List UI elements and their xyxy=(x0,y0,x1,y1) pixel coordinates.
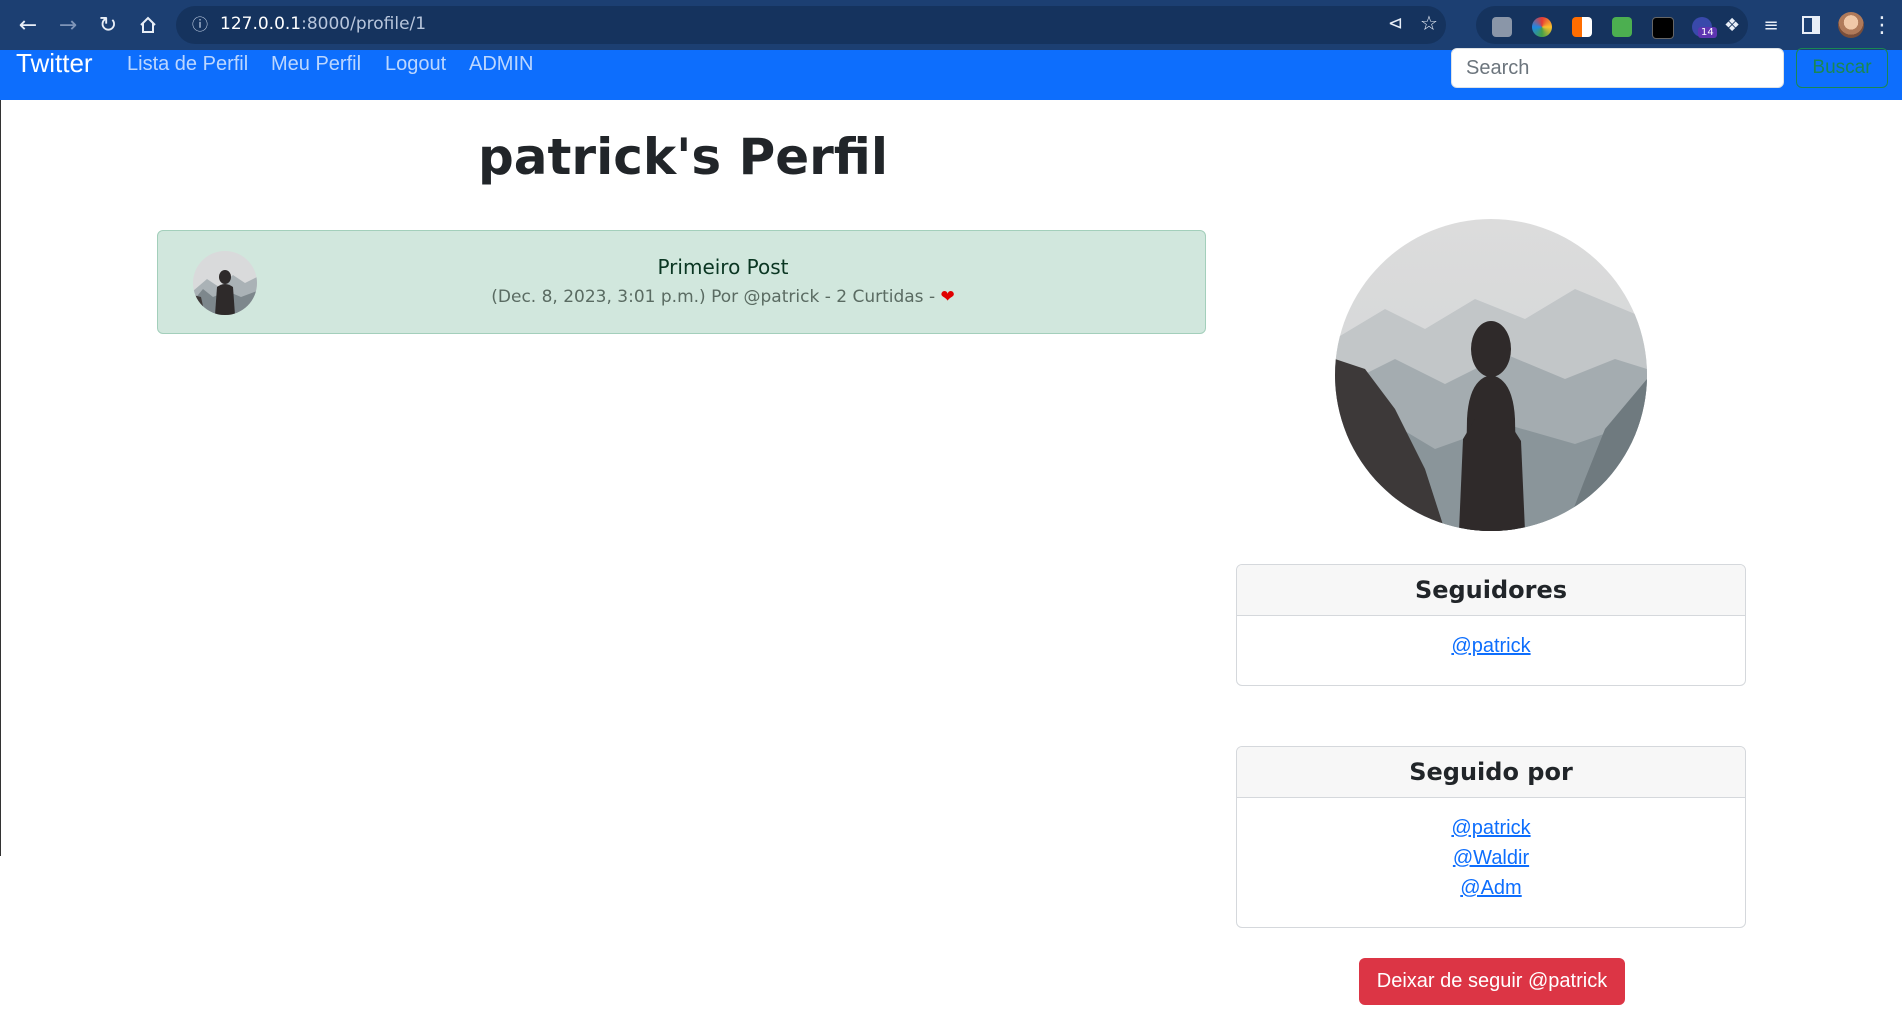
side-panel-icon[interactable] xyxy=(1796,10,1826,40)
grid-extension-icon[interactable] xyxy=(1612,17,1632,37)
post-meta-text: (Dec. 8, 2023, 3:01 p.m.) Por @patrick -… xyxy=(491,287,936,307)
nav-link-meu-perfil[interactable]: Meu Perfil xyxy=(271,53,361,76)
extension-icon[interactable] xyxy=(1572,17,1592,37)
home-icon[interactable] xyxy=(133,10,163,40)
seguido-por-card: Seguido por @patrick @Waldir @Adm xyxy=(1236,746,1746,928)
seguido-por-link[interactable]: @Adm xyxy=(1237,873,1745,903)
heart-icon[interactable]: ❤ xyxy=(940,287,954,307)
back-icon[interactable]: ← xyxy=(13,10,43,40)
extension-icon[interactable] xyxy=(1652,17,1674,39)
page-left-border xyxy=(0,50,1,856)
seguido-por-header: Seguido por xyxy=(1237,747,1745,798)
puzzle-extensions-icon[interactable]: ❖ xyxy=(1724,15,1744,36)
nav-link-admin[interactable]: ADMIN xyxy=(469,53,533,76)
url-text: 127.0.0.1:8000/profile/1 xyxy=(220,14,426,34)
extension-badge: 14 xyxy=(1698,27,1717,38)
search-button[interactable]: Buscar xyxy=(1796,48,1888,88)
seguido-por-link[interactable]: @patrick xyxy=(1237,813,1745,843)
seguidores-header: Seguidores xyxy=(1237,565,1745,616)
nav-link-lista-de-perfil[interactable]: Lista de Perfil xyxy=(127,53,248,76)
seguidores-card: Seguidores @patrick xyxy=(1236,564,1746,686)
profile-avatar[interactable] xyxy=(1836,10,1866,40)
extensions-strip: 14 ❖ xyxy=(1476,6,1748,44)
profile-picture xyxy=(1335,219,1647,531)
color-picker-extension-icon[interactable] xyxy=(1532,17,1552,37)
reload-icon[interactable]: ↻ xyxy=(93,10,123,40)
navbar: Twitter Lista de Perfil Meu Perfil Logou… xyxy=(0,48,1902,100)
url-path: :8000/profile/1 xyxy=(301,14,427,34)
reading-list-icon[interactable]: ≡ xyxy=(1756,10,1786,40)
menu-kebab-icon[interactable]: ⋮ xyxy=(1870,10,1894,40)
page-title: patrick's Perfil xyxy=(477,128,888,186)
bookmark-star-icon[interactable]: ☆ xyxy=(1420,11,1438,35)
brand-link[interactable]: Twitter xyxy=(16,48,93,79)
address-bar[interactable]: ⓘ 127.0.0.1:8000/profile/1 ⊲ ☆ xyxy=(176,6,1446,44)
extension-icon[interactable] xyxy=(1492,17,1512,37)
post-title[interactable]: Primeiro Post xyxy=(158,255,1288,279)
seguidor-link[interactable]: @patrick xyxy=(1237,631,1745,661)
search-input[interactable] xyxy=(1451,48,1784,88)
seguidores-list: @patrick xyxy=(1237,616,1745,671)
post-card: Primeiro Post (Dec. 8, 2023, 3:01 p.m.) … xyxy=(157,230,1206,334)
seguido-por-link[interactable]: @Waldir xyxy=(1237,843,1745,873)
site-info-icon[interactable]: ⓘ xyxy=(190,15,210,35)
post-meta: (Dec. 8, 2023, 3:01 p.m.) Por @patrick -… xyxy=(158,287,1288,307)
browser-toolbar: ← → ↻ ⓘ 127.0.0.1:8000/profile/1 ⊲ ☆ 14 … xyxy=(0,0,1902,50)
extension-icon[interactable]: 14 xyxy=(1692,17,1717,38)
seguido-por-list: @patrick @Waldir @Adm xyxy=(1237,798,1745,913)
nav-link-logout[interactable]: Logout xyxy=(385,53,446,76)
url-host: 127.0.0.1 xyxy=(220,14,302,34)
share-icon[interactable]: ⊲ xyxy=(1388,13,1403,34)
unfollow-button[interactable]: Deixar de seguir @patrick xyxy=(1359,958,1625,1005)
forward-icon[interactable]: → xyxy=(53,10,83,40)
